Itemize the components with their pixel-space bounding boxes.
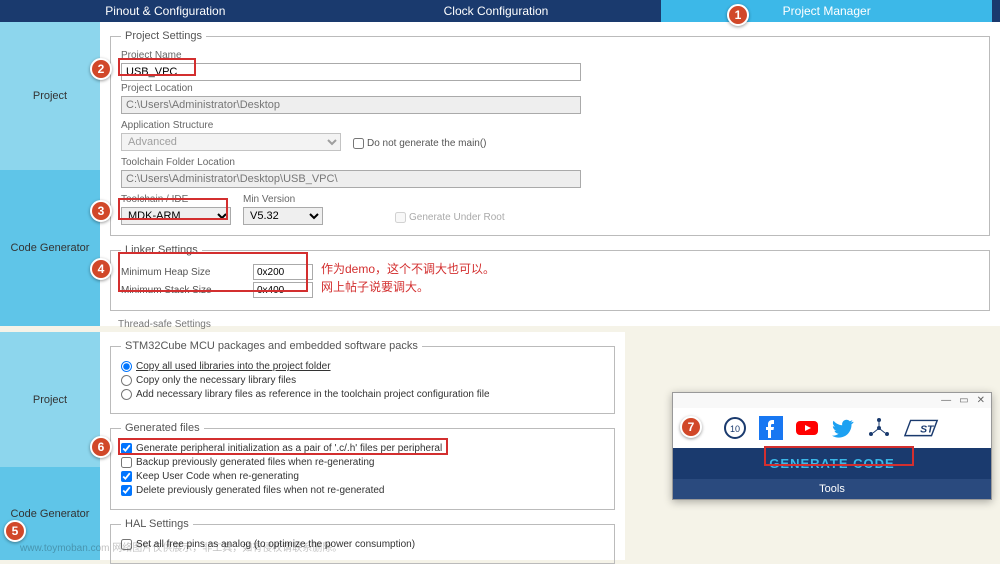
close-icon[interactable]: ✕ xyxy=(977,395,985,406)
stack-input[interactable] xyxy=(253,282,313,298)
top-content: Project Settings Project Name Project Lo… xyxy=(100,22,1000,326)
sidebar-top: Project Code Generator xyxy=(0,22,100,326)
gen-opt2[interactable]: Backup previously generated files when r… xyxy=(121,457,604,468)
project-name-input[interactable] xyxy=(121,63,581,81)
sidebar-item-code-generator[interactable]: Code Generator xyxy=(0,170,100,326)
watermark-text: www.toymoban.com 网络图片仅供展示，非工具，如有侵权请联系删除。 xyxy=(20,539,342,554)
toolchain-label: Toolchain / IDE xyxy=(121,194,231,205)
network-icon[interactable] xyxy=(867,416,891,440)
min-version-label: Min Version xyxy=(243,194,323,205)
heap-label: Minimum Heap Size xyxy=(121,267,241,278)
linker-settings-fieldset: Linker Settings Minimum Heap Size Minimu… xyxy=(110,244,990,311)
svg-text:10: 10 xyxy=(730,424,740,434)
packages-legend: STM32Cube MCU packages and embedded soft… xyxy=(121,340,422,352)
st-logo-icon[interactable]: ST xyxy=(903,416,941,440)
annotation-line2: 网上帖子说要调大。 xyxy=(321,278,429,295)
social-icons-row: 10 ST xyxy=(673,408,991,448)
thread-safe-label: Thread-safe Settings xyxy=(118,319,990,330)
svg-text:ST: ST xyxy=(920,425,935,436)
tab-project-manager[interactable]: Project Manager xyxy=(661,0,992,22)
app-structure-label: Application Structure xyxy=(121,120,341,131)
minimize-icon[interactable]: — xyxy=(941,395,951,406)
youtube-icon[interactable] xyxy=(795,416,819,440)
project-name-label: Project Name xyxy=(121,50,979,61)
packages-fieldset: STM32Cube MCU packages and embedded soft… xyxy=(110,340,615,414)
sidebar-item-project-2[interactable]: Project xyxy=(0,332,100,467)
popup-titlebar: — ▭ ✕ xyxy=(673,393,991,408)
facebook-icon[interactable] xyxy=(759,416,783,440)
maximize-icon[interactable]: ▭ xyxy=(959,395,968,406)
project-settings-fieldset: Project Settings Project Name Project Lo… xyxy=(110,30,990,236)
gen-opt4[interactable]: Delete previously generated files when n… xyxy=(121,485,604,496)
toolchain-select[interactable]: MDK-ARM xyxy=(121,207,231,225)
gen-opt1[interactable]: Generate peripheral initialization as a … xyxy=(121,443,604,454)
twitter-icon[interactable] xyxy=(831,416,855,440)
hal-legend: HAL Settings xyxy=(121,518,193,530)
tab-pinout[interactable]: Pinout & Configuration xyxy=(0,0,331,22)
gen-opt3[interactable]: Keep User Code when re-generating xyxy=(121,471,604,482)
toolchain-folder-label: Toolchain Folder Location xyxy=(121,157,979,168)
bottom-content: STM32Cube MCU packages and embedded soft… xyxy=(100,332,625,560)
app-structure-select: Advanced xyxy=(121,133,341,151)
pkg-opt1[interactable]: Copy all used libraries into the project… xyxy=(121,361,604,372)
generate-popup: — ▭ ✕ 10 ST GENERATE CODE Tools xyxy=(672,392,992,500)
generated-files-legend: Generated files xyxy=(121,422,204,434)
tab-clock[interactable]: Clock Configuration xyxy=(331,0,662,22)
min-version-select[interactable]: V5.32 xyxy=(243,207,323,225)
marker-3: 3 xyxy=(90,200,112,222)
project-location-input xyxy=(121,96,581,114)
marker-1: 1 xyxy=(727,4,749,26)
project-settings-legend: Project Settings xyxy=(121,30,206,42)
marker-7: 7 xyxy=(680,416,702,438)
sidebar-item-project[interactable]: Project xyxy=(0,22,100,170)
marker-4: 4 xyxy=(90,258,112,280)
marker-6: 6 xyxy=(90,436,112,458)
tools-bar[interactable]: Tools xyxy=(673,479,991,499)
linker-legend: Linker Settings xyxy=(121,244,202,256)
toolchain-folder-input xyxy=(121,170,581,188)
badge-icon[interactable]: 10 xyxy=(723,416,747,440)
pkg-opt2[interactable]: Copy only the necessary library files xyxy=(121,375,604,386)
project-location-label: Project Location xyxy=(121,83,979,94)
gen-under-root-checkbox: Generate Under Root xyxy=(395,212,505,223)
marker-2: 2 xyxy=(90,58,112,80)
generate-code-button[interactable]: GENERATE CODE xyxy=(673,448,991,479)
main-tabs: Pinout & Configuration Clock Configurati… xyxy=(0,0,1000,22)
pkg-opt3[interactable]: Add necessary library files as reference… xyxy=(121,389,604,400)
stack-label: Minimum Stack Size xyxy=(121,285,241,296)
annotation-line1: 作为demo，这个不调大也可以。 xyxy=(321,260,495,277)
heap-input[interactable] xyxy=(253,264,313,280)
generated-files-fieldset: Generated files Generate peripheral init… xyxy=(110,422,615,510)
no-main-checkbox[interactable]: Do not generate the main() xyxy=(353,138,487,149)
